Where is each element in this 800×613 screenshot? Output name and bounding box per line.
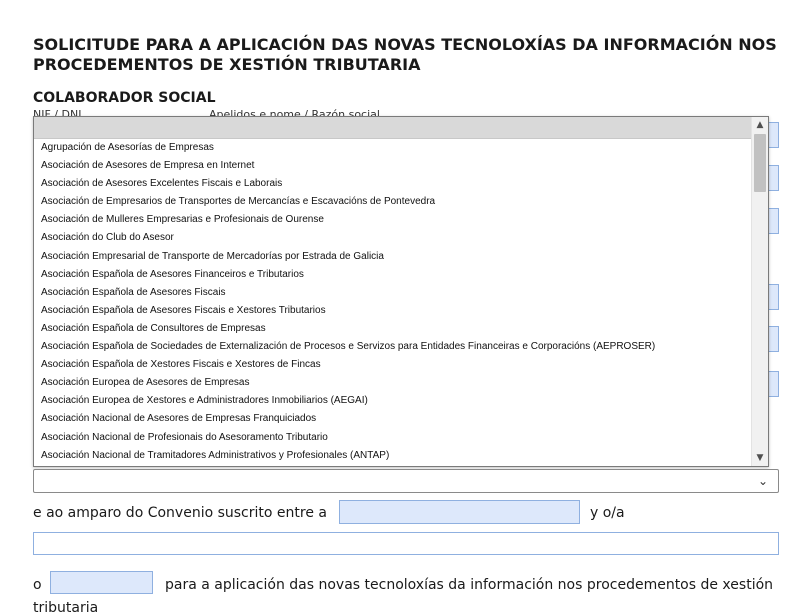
- dropdown-option[interactable]: Asociación Española de Asesores Fiscais: [34, 284, 751, 302]
- convenio-entity-input[interactable]: [339, 500, 580, 524]
- dropdown-option[interactable]: Asociación Española de Consultores de Em…: [34, 320, 751, 338]
- dropdown-option[interactable]: Asociación Nacional de Profesionais do A…: [34, 429, 751, 447]
- scroll-thumb[interactable]: [754, 134, 766, 192]
- convenio-other-input[interactable]: [33, 532, 779, 555]
- dropdown-scrollbar[interactable]: ▲ ▼: [751, 117, 768, 466]
- convenio-prefix-text: e ao amparo do Convenio suscrito entre a: [33, 505, 327, 521]
- dropdown-option[interactable]: Asociación Española de Asesores Fiscais …: [34, 302, 751, 320]
- line4-text: tributaria: [33, 600, 99, 613]
- dropdown-options: Agrupación de Asesorías de Empresas Asoci…: [34, 139, 751, 465]
- dropdown-option[interactable]: Asociación Española de Sociedades de Ext…: [34, 338, 751, 356]
- dropdown-option[interactable]: Asociación do Club do Asesor: [34, 229, 751, 247]
- entity-dropdown-list[interactable]: Agrupación de Asesorías de Empresas Asoci…: [33, 116, 769, 467]
- scroll-up-icon[interactable]: ▲: [752, 120, 768, 130]
- dropdown-option[interactable]: Asociación Europea de Xestores e Adminis…: [34, 392, 751, 410]
- line3-input[interactable]: [50, 571, 153, 594]
- dropdown-option[interactable]: Asociación Europea de Asesores de Empres…: [34, 374, 751, 392]
- dropdown-option[interactable]: Agrupación de Asesorías de Empresas: [34, 139, 751, 157]
- dropdown-option[interactable]: Asociación Española de Xestores Fiscais …: [34, 356, 751, 374]
- entity-select[interactable]: ⌄: [33, 469, 779, 493]
- chevron-down-icon[interactable]: ⌄: [758, 474, 768, 488]
- section-title: COLABORADOR SOCIAL: [33, 90, 216, 106]
- dropdown-option[interactable]: Asociación Nacional de Asesores de Empre…: [34, 410, 751, 428]
- convenio-suffix-text: y o/a: [590, 505, 625, 521]
- dropdown-option-blank[interactable]: [34, 117, 768, 139]
- line3-text: para a aplicación das novas tecnoloxías …: [165, 577, 774, 593]
- dropdown-option[interactable]: Asociación Nacional de Tramitadores Admi…: [34, 447, 751, 465]
- dropdown-option[interactable]: Asociación Empresarial de Transporte de …: [34, 248, 751, 266]
- dropdown-option[interactable]: Asociación de Asesores de Empresa en Int…: [34, 157, 751, 175]
- line3-prefix-text: o: [33, 577, 42, 593]
- scroll-down-icon[interactable]: ▼: [752, 453, 768, 463]
- dropdown-option[interactable]: Asociación de Mulleres Empresarias e Pro…: [34, 211, 751, 229]
- dropdown-option[interactable]: Asociación Española de Asesores Financei…: [34, 266, 751, 284]
- dropdown-option[interactable]: Asociación de Asesores Excelentes Fiscai…: [34, 175, 751, 193]
- page-title: SOLICITUDE PARA A APLICACIÓN DAS NOVAS T…: [33, 35, 777, 74]
- dropdown-option[interactable]: Asociación de Empresarios de Transportes…: [34, 193, 751, 211]
